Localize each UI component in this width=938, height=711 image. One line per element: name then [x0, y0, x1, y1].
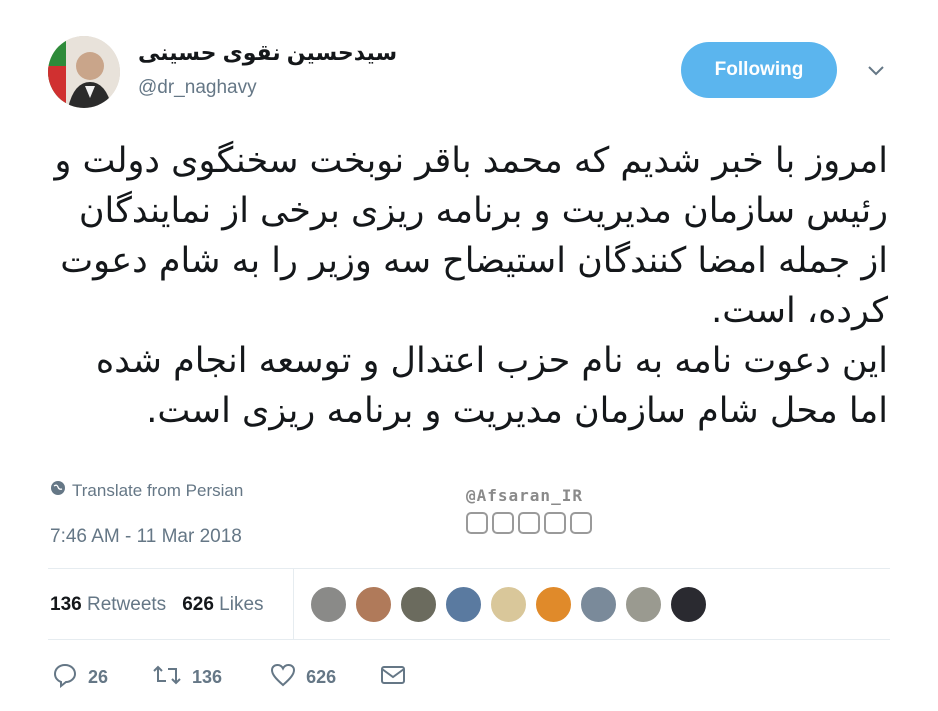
liker-avatar[interactable] — [625, 586, 662, 623]
retweets-count: 136 — [50, 594, 82, 615]
heart-icon — [270, 663, 296, 692]
translate-link[interactable]: Translate from Persian — [50, 480, 243, 501]
retweets-stat[interactable]: 136 Retweets — [50, 594, 166, 616]
retweet-count: 136 — [192, 667, 223, 687]
liker-avatar[interactable] — [445, 586, 482, 623]
like-count: 626 — [306, 667, 337, 687]
following-button[interactable]: Following — [681, 42, 837, 98]
author-name[interactable]: سیدحسین نقوی حسینی — [138, 40, 397, 66]
likers-avatars — [310, 586, 707, 623]
liker-avatar[interactable] — [535, 586, 572, 623]
chat-icon — [466, 512, 488, 534]
reply-count: 26 — [88, 667, 109, 687]
envelope-icon — [380, 664, 406, 691]
liker-avatar[interactable] — [310, 586, 347, 623]
watermark: @Afsaran_IR — [466, 486, 583, 505]
reply-icon — [52, 662, 78, 693]
watermark-icons — [466, 512, 592, 534]
retweets-label: Retweets — [86, 594, 167, 615]
likes-label: Likes — [219, 594, 264, 615]
divider — [48, 639, 890, 640]
timestamp[interactable]: 7:46 AM - 11 Mar 2018 — [50, 526, 242, 548]
globe-icon — [50, 480, 66, 501]
messenger-icon — [518, 512, 540, 534]
reply-button[interactable]: 26 — [52, 662, 108, 693]
cloud-icon — [570, 512, 592, 534]
likes-count: 626 — [182, 594, 214, 615]
tweet-actions: 26 136 626 — [52, 662, 406, 693]
avatar[interactable] — [48, 36, 120, 108]
like-button[interactable]: 626 — [270, 663, 336, 692]
liker-avatar[interactable] — [355, 586, 392, 623]
telegram-icon — [544, 512, 566, 534]
retweet-button[interactable]: 136 — [152, 663, 222, 692]
instagram-icon — [492, 512, 514, 534]
tweet-text: امروز با خبر شدیم که محمد باقر نوبخت سخن… — [52, 136, 888, 436]
liker-avatar[interactable] — [400, 586, 437, 623]
divider — [48, 568, 890, 569]
likes-stat[interactable]: 626 Likes — [182, 594, 263, 616]
liker-avatar[interactable] — [580, 586, 617, 623]
liker-avatar[interactable] — [670, 586, 707, 623]
tweet-stats: 136 Retweets 626 Likes — [50, 594, 264, 616]
author-handle[interactable]: @dr_naghavy — [138, 77, 257, 99]
retweet-icon — [152, 663, 182, 692]
chevron-down-icon[interactable] — [864, 58, 888, 82]
translate-label[interactable]: Translate from Persian — [72, 481, 243, 501]
tweet-paragraph: امروز با خبر شدیم که محمد باقر نوبخت سخن… — [54, 141, 888, 331]
stats-divider — [293, 569, 294, 639]
direct-message-button[interactable] — [380, 664, 406, 691]
tweet-paragraph: این دعوت نامه به نام حزب اعتدال و توسعه … — [95, 341, 888, 431]
liker-avatar[interactable] — [490, 586, 527, 623]
